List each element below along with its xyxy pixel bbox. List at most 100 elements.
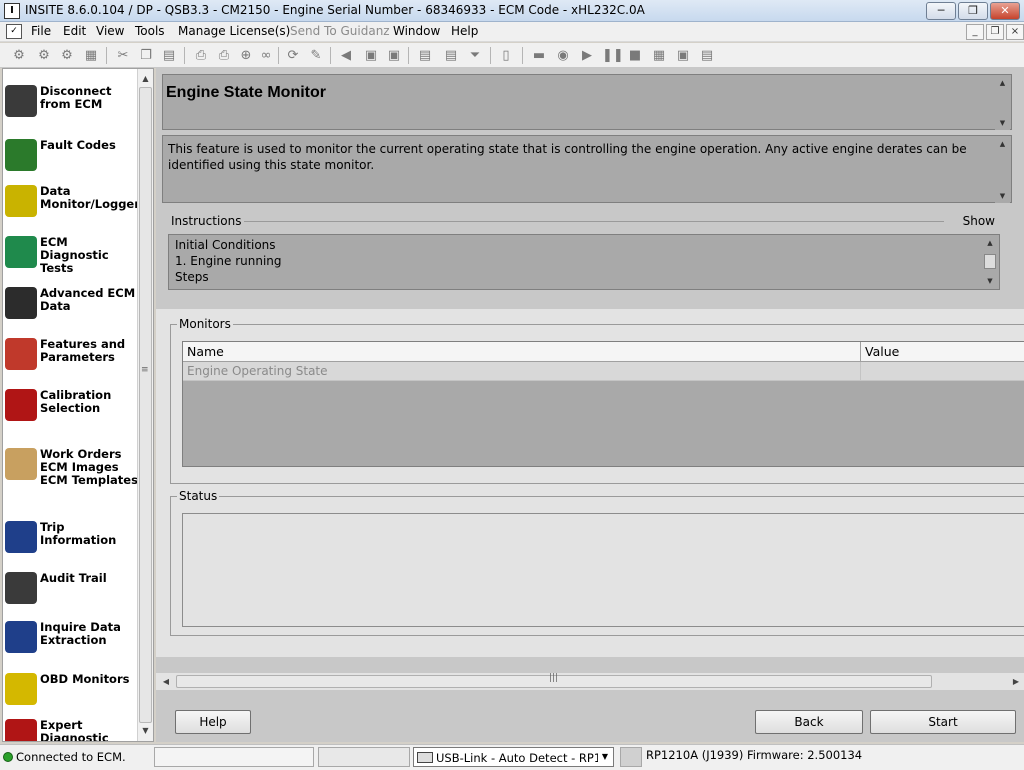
refresh-icon[interactable]: ⟳ xyxy=(284,47,302,64)
app-icon: I xyxy=(4,3,20,19)
menu-tools[interactable]: Tools xyxy=(135,24,165,38)
sidebar-item[interactable]: Trip Information xyxy=(3,521,139,567)
sidebar-item[interactable]: OBD Monitors xyxy=(3,673,139,719)
start-button[interactable]: Start xyxy=(870,710,1016,734)
sidebar-item[interactable]: Work Orders ECM Images ECM Templates xyxy=(3,448,139,494)
scroll-left-arrow[interactable]: ◀ xyxy=(158,673,174,690)
copy-icon[interactable]: ❐ xyxy=(137,47,155,64)
adapter-select[interactable]: USB-Link - Auto Detect - RP1210A ▼ xyxy=(413,747,614,767)
print-icon[interactable]: ⎙ xyxy=(192,47,210,64)
sidebar-item[interactable]: Expert Diagnostic xyxy=(3,719,139,741)
sidebar-item[interactable]: Audit Trail xyxy=(3,572,139,618)
menu-manage-license[interactable]: Manage License(s) xyxy=(178,24,290,38)
fault-codes-icon xyxy=(5,139,37,171)
stop-icon[interactable]: ■ xyxy=(626,47,644,64)
monitor-name-cell: Engine Operating State xyxy=(187,364,328,378)
description-scrollbar[interactable]: ▲ ▼ xyxy=(995,137,1010,203)
sidebar-item[interactable]: Disconnect from ECM xyxy=(3,85,139,131)
scroll-up-arrow[interactable]: ▲ xyxy=(138,71,153,87)
expert-diagnostic-icon xyxy=(5,719,37,741)
menu-window[interactable]: Window xyxy=(393,24,440,38)
binoculars-icon[interactable]: ∞ xyxy=(257,47,275,64)
chevron-down-icon[interactable]: ▼ xyxy=(597,748,613,766)
sidebar-item[interactable]: ECM Diagnostic Tests xyxy=(3,236,139,282)
sidebar-item-label: Calibration Selection xyxy=(40,388,112,415)
main-panel: Engine State Monitor ▲ ▼ This feature is… xyxy=(156,68,1024,742)
calculator-icon[interactable]: ▦ xyxy=(82,47,100,64)
connect-icon[interactable]: ⚙ xyxy=(10,47,28,64)
instructions-group: Instructions Show Initial Conditions 1. … xyxy=(162,210,1024,300)
calibration-icon xyxy=(5,389,37,421)
column-header-value[interactable]: Value xyxy=(865,344,899,359)
close-button[interactable]: ✕ xyxy=(990,2,1020,20)
sidebar-item-label: Trip Information xyxy=(40,520,117,547)
sidebar-item-label: Fault Codes xyxy=(40,138,116,152)
column-header-name[interactable]: Name xyxy=(187,344,224,359)
fault-icon[interactable]: ⚙ xyxy=(35,47,53,64)
save-icon[interactable]: ▣ xyxy=(362,47,380,64)
menu-view[interactable]: View xyxy=(96,24,124,38)
document-icon[interactable]: ✓ xyxy=(6,24,22,39)
scroll-right-arrow[interactable]: ▶ xyxy=(1008,673,1024,690)
monitors-table: Name Value Engine Operating State xyxy=(182,341,1024,467)
title-scrollbar[interactable]: ▲ ▼ xyxy=(995,76,1010,130)
settings-icon[interactable]: ⚙ xyxy=(58,47,76,64)
paste-icon[interactable]: ▤ xyxy=(160,47,178,64)
restore-button[interactable]: ❐ xyxy=(958,2,988,20)
table-row[interactable]: Engine Operating State xyxy=(183,362,1024,381)
sidebar-item[interactable]: Features and Parameters xyxy=(3,338,139,384)
cut-icon[interactable]: ✂ xyxy=(114,47,132,64)
help-button[interactable]: Help xyxy=(175,710,251,734)
scroll-down-arrow[interactable]: ▼ xyxy=(138,723,153,739)
scroll-thumb[interactable] xyxy=(139,87,152,723)
horizontal-scrollbar[interactable]: ◀ ||| ▶ xyxy=(156,673,1024,690)
sidebar-item[interactable]: Inquire Data Extraction xyxy=(3,621,139,667)
sidebar-scrollbar[interactable]: ▲ ≡ ▼ xyxy=(137,69,153,741)
menu-edit[interactable]: Edit xyxy=(63,24,86,38)
chart-icon[interactable]: ▦ xyxy=(650,47,668,64)
sidebar-item[interactable]: Advanced ECM Data xyxy=(3,287,139,333)
status-label: Status xyxy=(177,489,220,503)
sidebar-item[interactable]: Data Monitor/Logger xyxy=(3,184,140,231)
sidebar-item[interactable]: Calibration Selection xyxy=(3,389,139,435)
report-icon[interactable]: ▤ xyxy=(416,47,434,64)
status-group: Status xyxy=(170,489,1024,636)
connection-status-icon xyxy=(3,752,13,762)
instructions-scrollbar[interactable]: ▲ ▼ xyxy=(982,236,998,288)
alert-icon[interactable]: ◀ xyxy=(337,47,355,64)
sidebar-item[interactable]: Fault Codes xyxy=(3,139,139,185)
mdi-close-button[interactable]: × xyxy=(1006,24,1024,40)
find-icon[interactable]: ⊕ xyxy=(237,47,255,64)
export-icon[interactable]: ▤ xyxy=(442,47,460,64)
connection-status-text: Connected to ECM. xyxy=(16,750,126,764)
mdi-minimize-button[interactable]: _ xyxy=(966,24,984,40)
pause-icon[interactable]: ❚❚ xyxy=(602,47,624,64)
notes-icon[interactable]: ▤ xyxy=(698,47,716,64)
instructions-show-link[interactable]: Show xyxy=(963,214,995,228)
adapter-select-value: USB-Link - Auto Detect - RP1210A xyxy=(436,751,598,765)
features-icon xyxy=(5,338,37,370)
description-box: This feature is used to monitor the curr… xyxy=(162,135,1012,203)
menu-send-to-guidanz: Send To Guidanz xyxy=(290,24,390,38)
menu-bar: ✓ File Edit View Tools Manage License(s)… xyxy=(0,22,1024,42)
instructions-box: Initial Conditions 1. Engine running Ste… xyxy=(168,234,1000,290)
sidebar-item-label: Data Monitor/Logger xyxy=(40,184,140,211)
gauge-icon[interactable]: ▣ xyxy=(674,47,692,64)
menu-file[interactable]: File xyxy=(31,24,51,38)
menu-help[interactable]: Help xyxy=(451,24,478,38)
print-preview-icon[interactable]: ⎙ xyxy=(215,47,233,64)
back-button[interactable]: Back xyxy=(755,710,863,734)
record-icon[interactable]: ▬ xyxy=(530,47,548,64)
mdi-restore-button[interactable]: ❐ xyxy=(986,24,1004,40)
play-icon[interactable]: ▶ xyxy=(578,47,596,64)
title-panel: Engine State Monitor ▲ ▼ xyxy=(162,74,1012,130)
sidebar-item-label: Advanced ECM Data xyxy=(40,286,136,313)
monitor-area: Monitors Name Value Engine Operating Sta… xyxy=(156,309,1024,657)
minimize-button[interactable]: ─ xyxy=(926,2,956,20)
page-icon[interactable]: ▯ xyxy=(497,47,515,64)
filter-icon[interactable]: ⏷ xyxy=(466,47,484,64)
device-firmware-text: RP1210A (J1939) Firmware: 2.500134 xyxy=(646,748,863,762)
wrench-icon[interactable]: ✎ xyxy=(307,47,325,64)
camera-icon[interactable]: ▣ xyxy=(385,47,403,64)
rewind-icon[interactable]: ◉ xyxy=(554,47,572,64)
